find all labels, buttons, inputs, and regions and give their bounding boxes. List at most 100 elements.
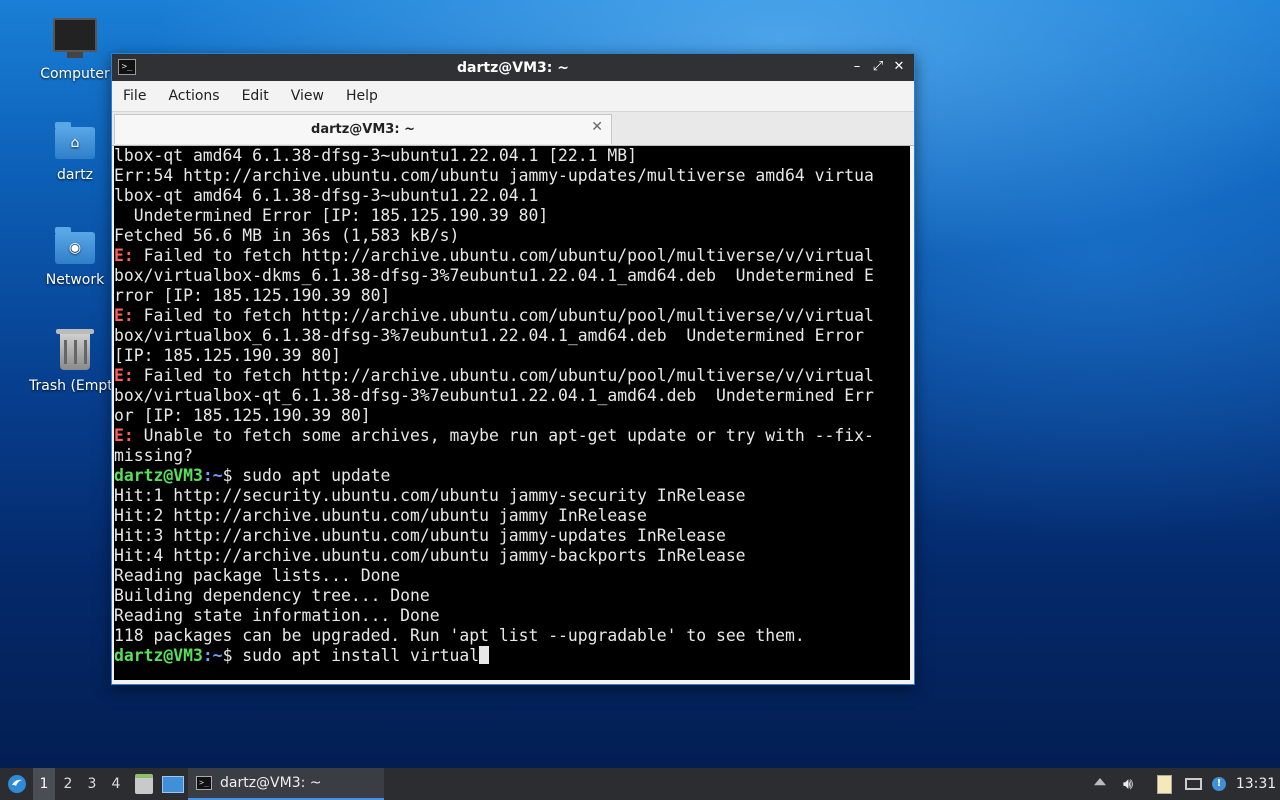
terminal-window[interactable]: >_ dartz@VM3: ~ – ⤢ ✕ File Actions Edit … [111,53,915,685]
prompt-user: dartz@VM3 [114,646,203,665]
terminal-line: Hit:3 http://archive.ubuntu.com/ubuntu j… [114,526,910,546]
clock[interactable]: 13:31 [1234,768,1278,800]
terminal-text: Failed to fetch http://archive.ubuntu.co… [133,306,874,325]
workspace-3[interactable]: 3 [81,768,103,800]
menubar: File Actions Edit View Help [112,81,914,112]
app-menu-button[interactable] [4,768,30,800]
terminal-text: Hit:2 http://archive.ubuntu.com/ubuntu j… [114,506,647,525]
terminal-text: Hit:1 http://security.ubuntu.com/ubuntu … [114,486,746,505]
error-prefix: E: [114,426,134,445]
workspace-1[interactable]: 1 [33,768,55,800]
terminal-text: Undetermined Error [IP: 185.125.190.39 8… [114,206,549,225]
desktop-icon-computer[interactable]: Computer [25,18,125,82]
close-icon[interactable]: ✕ [890,58,908,76]
terminal-line: lbox-qt amd64 6.1.38-dfsg-3~ubuntu1.22.0… [114,146,910,166]
network-folder-icon: ◉ [55,227,95,264]
clipboard-icon[interactable] [1154,768,1174,800]
terminal-line: rror [IP: 185.125.190.39 80] [114,286,910,306]
terminal-text: Hit:3 http://archive.ubuntu.com/ubuntu j… [114,526,726,545]
home-folder-icon: ⌂ [55,122,95,159]
terminal-text: Reading package lists... Done [114,566,401,585]
terminal-output[interactable]: lbox-qt amd64 6.1.38-dfsg-3~ubuntu1.22.0… [114,146,910,680]
computer-icon [53,18,97,58]
start-menu-icon [8,775,26,793]
desktop-icon-label: dartz [56,167,94,183]
menu-actions[interactable]: Actions [160,88,227,104]
terminal-text: lbox-qt amd64 6.1.38-dfsg-3~ubuntu1.22.0… [114,186,539,205]
terminal-line: E: Unable to fetch some archives, maybe … [114,426,910,446]
terminal-line: lbox-qt amd64 6.1.38-dfsg-3~ubuntu1.22.0… [114,186,910,206]
terminal-text: Hit:4 http://archive.ubuntu.com/ubuntu j… [114,546,746,565]
prompt-path: :~ [202,646,223,665]
show-desktop-button[interactable] [161,768,185,800]
network-status-icon[interactable] [1182,768,1204,800]
desktop-icon-label: Network [45,272,105,288]
terminal-text: box/virtualbox-dkms_6.1.38-dfsg-3%7eubun… [114,266,874,285]
volume-icon[interactable]: 🔊︎ [1118,768,1138,800]
terminal-line: Reading state information... Done [114,606,910,626]
terminal-icon: >_ [196,776,212,790]
terminal-line: Reading package lists... Done [114,566,910,586]
terminal-text: box/virtualbox_6.1.38-dfsg-3%7eubuntu1.2… [114,326,864,345]
menu-edit[interactable]: Edit [234,88,277,104]
menu-view[interactable]: View [283,88,332,104]
terminal-line: Hit:2 http://archive.ubuntu.com/ubuntu j… [114,506,910,526]
minimize-icon[interactable]: – [848,58,866,76]
window-titlebar[interactable]: >_ dartz@VM3: ~ – ⤢ ✕ [112,54,914,81]
terminal-line: E: Failed to fetch http://archive.ubuntu… [114,306,910,326]
terminal-text: Unable to fetch some archives, maybe run… [133,426,874,445]
tab-terminal[interactable]: dartz@VM3: ~ ✕ [114,114,612,144]
terminal-line: box/virtualbox-qt_6.1.38-dfsg-3%7eubuntu… [114,386,910,406]
prompt-user: dartz@VM3 [114,466,203,485]
terminal-line: missing? [114,446,910,466]
terminal-line: Hit:1 http://security.ubuntu.com/ubuntu … [114,486,910,506]
terminal-text: box/virtualbox-qt_6.1.38-dfsg-3%7eubuntu… [114,386,874,405]
menu-file[interactable]: File [115,88,154,104]
terminal-line: box/virtualbox_6.1.38-dfsg-3%7eubuntu1.2… [114,326,910,346]
terminal-text: Reading state information... Done [114,606,440,625]
terminal-line: box/virtualbox-dkms_6.1.38-dfsg-3%7eubun… [114,266,910,286]
terminal-line: E: Failed to fetch http://archive.ubuntu… [114,366,910,386]
desktop-icon-home[interactable]: ⌂ dartz [25,122,125,183]
taskbar: 1 2 3 4 >_ dartz@VM3: ~ 🔊︎ ! 13:31 [0,768,1280,800]
terminal-line: Err:54 http://archive.ubuntu.com/ubuntu … [114,166,910,186]
terminal-text: rror [IP: 185.125.190.39 80] [114,286,391,305]
terminal-text: $ sudo apt update [222,466,391,485]
terminal-text: Err:54 http://archive.ubuntu.com/ubuntu … [114,166,874,185]
terminal-line: Hit:4 http://archive.ubuntu.com/ubuntu j… [114,546,910,566]
notification-icon[interactable]: ! [1208,768,1230,800]
workspace-2[interactable]: 2 [57,768,79,800]
workspace-4[interactable]: 4 [105,768,127,800]
terminal-text: Building dependency tree... Done [114,586,430,605]
desktop-icon-label: Computer [40,66,110,82]
terminal-text: Failed to fetch http://archive.ubuntu.co… [133,366,874,385]
terminal-text: [IP: 185.125.190.39 80] [114,346,341,365]
terminal-text: 118 packages can be upgraded. Run 'apt l… [114,626,805,645]
error-prefix: E: [114,246,134,265]
terminal-text: missing? [114,446,193,465]
tray-eject-icon[interactable] [1090,768,1110,800]
file-manager-icon [135,774,153,794]
terminal-line: E: Failed to fetch http://archive.ubuntu… [114,246,910,266]
tab-close-icon[interactable]: ✕ [591,119,603,135]
terminal-text: Fetched 56.6 MB in 36s (1,583 kB/s) [114,226,460,245]
tab-bar: dartz@VM3: ~ ✕ [112,112,914,146]
file-manager-launcher[interactable] [133,768,155,800]
terminal-line: 118 packages can be upgraded. Run 'apt l… [114,626,910,646]
trash-icon [56,329,94,370]
maximize-icon[interactable]: ⤢ [869,58,887,76]
terminal-line: or [IP: 185.125.190.39 80] [114,406,910,426]
terminal-app-icon[interactable]: >_ [118,59,136,75]
terminal-line: [IP: 185.125.190.39 80] [114,346,910,366]
desktop-icon-network[interactable]: ◉ Network [25,227,125,288]
terminal-text: Failed to fetch http://archive.ubuntu.co… [133,246,874,265]
terminal-line: dartz@VM3:~$ sudo apt install virtual [114,646,910,666]
prompt-path: :~ [202,466,223,485]
menu-help[interactable]: Help [338,88,386,104]
taskbar-task-terminal[interactable]: >_ dartz@VM3: ~ [188,768,384,800]
tab-label: dartz@VM3: ~ [311,122,415,137]
terminal-line: Fetched 56.6 MB in 36s (1,583 kB/s) [114,226,910,246]
terminal-text: lbox-qt amd64 6.1.38-dfsg-3~ubuntu1.22.0… [114,146,638,165]
window-title: dartz@VM3: ~ [457,59,569,76]
terminal-line: Undetermined Error [IP: 185.125.190.39 8… [114,206,910,226]
